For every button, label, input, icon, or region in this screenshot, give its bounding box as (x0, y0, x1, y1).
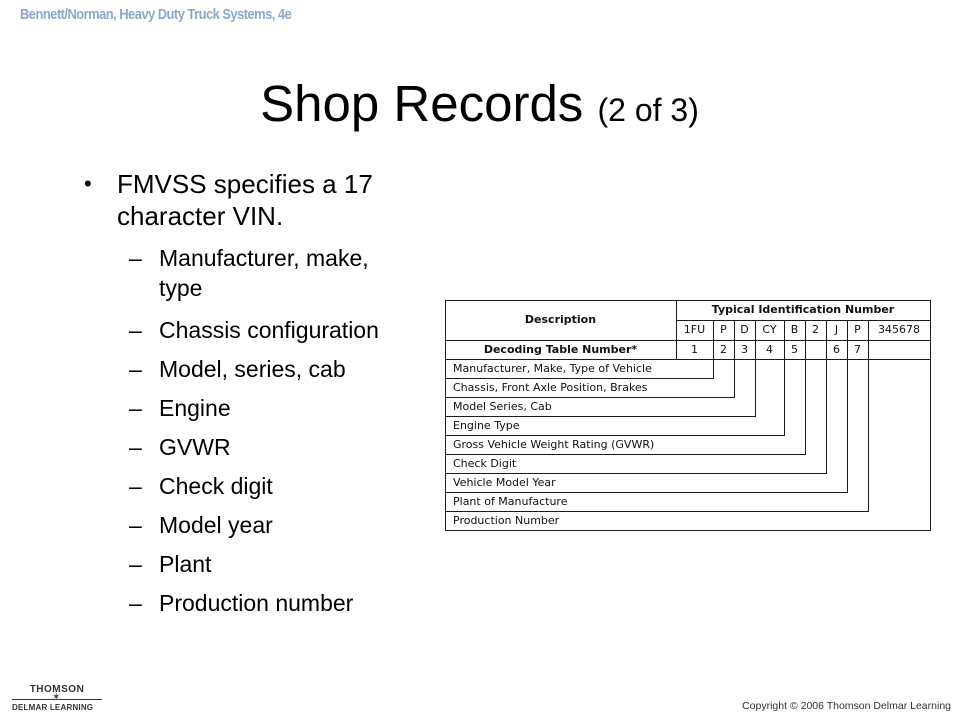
sub-bullet-item: – Model year (129, 510, 439, 540)
bullet-main-line1: FMVSS specifies a 17 (117, 169, 373, 199)
vin-segment: P (720, 323, 727, 336)
sub-bullet-text: Manufacturer, make, (159, 245, 369, 271)
vin-segment: B (790, 323, 799, 336)
book-header: Bennett/Norman, Heavy Duty Truck Systems… (20, 6, 292, 23)
dash-icon: – (129, 590, 142, 616)
segment-connector (755, 359, 756, 417)
segment-connector (805, 359, 806, 455)
sub-bullet-item: – Chassis configuration (129, 315, 439, 345)
slide-title: Shop Records (2 of 3) (0, 74, 959, 140)
vin-table-row: Check Digit (453, 457, 517, 470)
dash-icon: – (129, 395, 142, 421)
bullet-main: • FMVSS specifies a 17 character VIN. (84, 168, 437, 232)
segment-connector (847, 359, 848, 493)
sub-bullet-text: GVWR (159, 434, 231, 460)
vin-table-row: Manufacturer, Make, Type of Vehicle (453, 362, 652, 375)
segment-connector (826, 359, 827, 474)
vin-table-row: Chassis, Front Axle Position, Brakes (453, 381, 648, 394)
table-border-bottom (445, 530, 931, 531)
vin-table-row: Model Series, Cab (453, 400, 552, 413)
decoding-number: 7 (854, 343, 861, 356)
decoding-number: 6 (833, 343, 840, 356)
sub-bullet-item: – Manufacturer, make, type (129, 243, 439, 303)
segment-connector (868, 359, 869, 512)
sub-bullet-item: – Check digit (129, 471, 439, 501)
bullet-dot-icon: • (84, 171, 92, 196)
vin-table-row: Production Number (453, 514, 560, 527)
sub-bullet-text: Plant (159, 551, 212, 577)
sub-bullet-text-cont: type (159, 275, 203, 301)
vin-segment: 1FU (683, 323, 706, 336)
star-icon: ✶ (52, 692, 61, 703)
segment-connector (784, 359, 785, 436)
table-border-right (930, 300, 931, 531)
vin-table-row: Plant of Manufacture (453, 495, 568, 508)
segment-connector (734, 359, 735, 398)
sub-bullet-item: – Model, series, cab (129, 354, 439, 384)
sub-bullet-text: Model, series, cab (159, 356, 346, 382)
dash-icon: – (129, 434, 142, 460)
vin-table-row: Vehicle Model Year (453, 476, 556, 489)
sub-bullet-text: Chassis configuration (159, 317, 379, 343)
logo-rule: ✶ (12, 692, 102, 703)
bullet-main-line2: character VIN. (117, 201, 284, 231)
sub-bullet-item: – GVWR (129, 432, 439, 462)
vin-segment: 345678 (878, 323, 920, 336)
vin-header: Typical Identification Number (711, 303, 895, 316)
vin-segment: P (854, 323, 861, 336)
vin-segment: J (834, 323, 839, 336)
dash-icon: – (129, 356, 142, 382)
vin-segment: D (740, 323, 749, 336)
copyright-notice: Copyright © 2006 Thomson Delmar Learning (742, 700, 951, 712)
dash-icon: – (129, 245, 142, 271)
decoding-number: 4 (766, 343, 773, 356)
decoding-number: 1 (691, 343, 698, 356)
vin-table-row: Engine Type (453, 419, 520, 432)
decoding-number: 2 (720, 343, 727, 356)
vin-segment: 2 (812, 323, 819, 336)
sub-bullet-text: Engine (159, 395, 231, 421)
vin-segment: CY (762, 323, 777, 336)
decoding-number: 3 (741, 343, 748, 356)
dash-icon: – (129, 317, 142, 343)
slide-title-suffix: (2 of 3) (597, 92, 699, 128)
sub-bullet-text: Production number (159, 590, 354, 616)
sub-bullet-item: – Plant (129, 549, 439, 579)
publisher-logo: THOMSON ✶ DELMAR LEARNING (12, 684, 102, 712)
sub-bullet-text: Check digit (159, 473, 273, 499)
decoding-label: Decoding Table Number* (483, 343, 638, 356)
sub-bullet-item: – Production number (129, 588, 439, 618)
vin-table-row: Gross Vehicle Weight Rating (GVWR) (453, 438, 655, 451)
dash-icon: – (129, 473, 142, 499)
sub-bullet-item: – Engine (129, 393, 439, 423)
logo-delmar-text: DELMAR LEARNING (12, 703, 94, 712)
dash-icon: – (129, 512, 142, 538)
segment-connector (713, 359, 714, 379)
slide-title-main: Shop Records (260, 75, 584, 132)
dash-icon: – (129, 551, 142, 577)
description-header: Description (524, 313, 597, 326)
sub-bullet-text: Model year (159, 512, 273, 538)
decoding-number: 5 (791, 343, 798, 356)
